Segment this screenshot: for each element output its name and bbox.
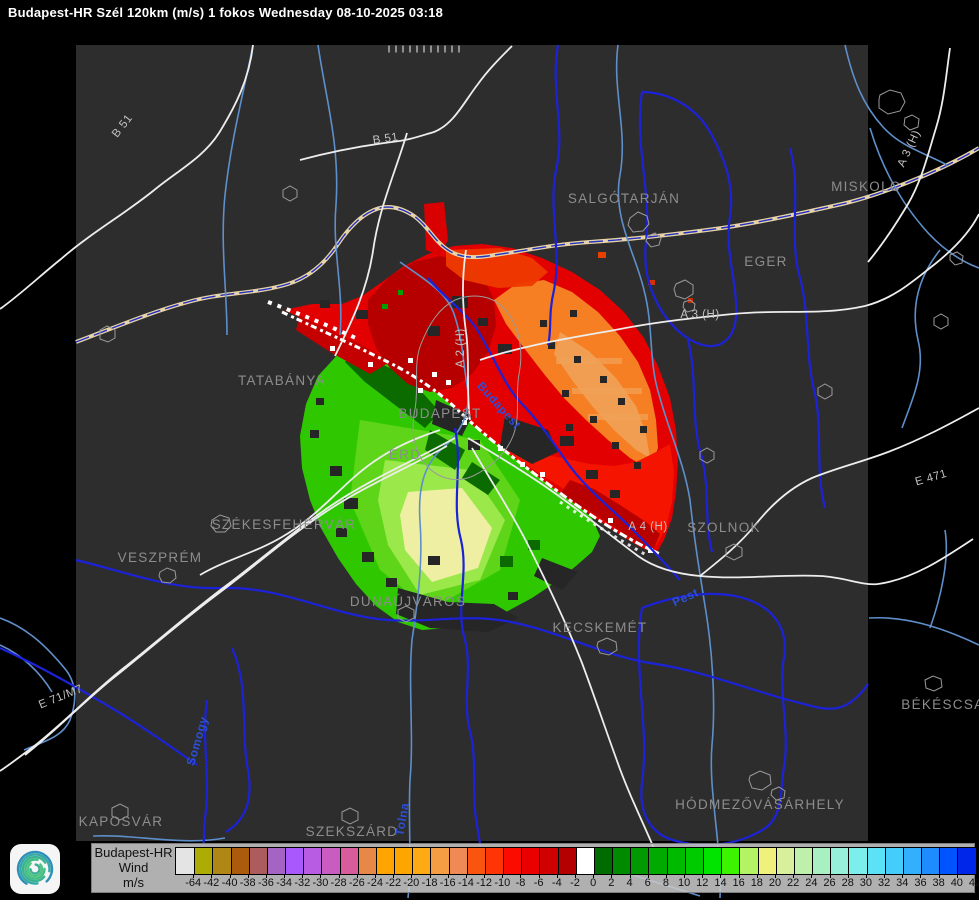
legend-swatch — [357, 848, 376, 874]
legend-swatch — [303, 848, 322, 874]
legend-panel: Budapest-HR Wind m/s -64 -42 -40 -38 -36 -34-… — [91, 843, 979, 893]
legend-swatch — [484, 848, 504, 874]
spiral-logo-icon — [10, 844, 60, 894]
legend-swatch — [739, 848, 758, 874]
road-label: A 4 (H) — [628, 521, 667, 533]
city-label: SZEKSZÁRD — [306, 824, 399, 839]
city-label: TATABÁNYA — [238, 373, 326, 388]
legend-swatch — [848, 848, 867, 874]
legend-swatch — [830, 848, 849, 874]
legend-swatch — [521, 848, 540, 874]
legend-swatch — [466, 848, 485, 874]
legend-swatch — [884, 848, 903, 874]
city-label: EGER — [744, 254, 787, 269]
legend-swatch — [248, 848, 267, 874]
legend-swatch — [412, 848, 431, 874]
radar-title: Budapest-HR Szél 120km (m/s) 1 fokos Wed… — [8, 5, 444, 20]
legend-swatch — [375, 848, 395, 874]
legend-tick-label: 42 — [968, 877, 979, 889]
legend-swatch — [285, 848, 304, 874]
legend-swatch — [812, 848, 831, 874]
legend-swatch — [921, 848, 940, 874]
legend-swatch — [866, 848, 885, 874]
legend-swatch — [339, 848, 358, 874]
legend-swatch — [321, 848, 340, 874]
app-logo — [10, 844, 60, 894]
city-label: SALGÓTARJÁN — [568, 191, 680, 206]
city-label: SZÉKESFEHÉRVÁR — [212, 517, 357, 532]
city-label: SZOLNOK — [687, 520, 761, 535]
legend-swatch — [557, 848, 576, 874]
legend-swatch — [176, 848, 195, 874]
legend-swatch — [666, 848, 685, 874]
legend-caption: Budapest-HR Wind m/s — [92, 845, 175, 890]
road-label: A 3 (H) — [680, 309, 719, 321]
legend-swatch — [593, 848, 613, 874]
legend-swatch — [630, 848, 649, 874]
legend-swatch — [757, 848, 776, 874]
legend-swatch — [212, 848, 231, 874]
legend-tick-labels: -64 -42 -40 -38 -36 -34 -32 -30 -28 -26 -24 -22 -20-… — [175, 874, 979, 890]
legend-swatch — [394, 848, 413, 874]
city-label: BUDAPEST — [398, 406, 481, 421]
legend-product-label: Budapest-HR — [94, 845, 173, 860]
city-label: HÓDMEZŐVÁSÁRHELY — [675, 797, 845, 812]
legend-swatch — [575, 848, 594, 874]
legend-swatch — [793, 848, 813, 874]
legend-swatch — [503, 848, 522, 874]
legend-swatch — [448, 848, 467, 874]
legend-swatch — [612, 848, 631, 874]
city-label: MISKOLC — [831, 179, 901, 194]
legend-swatch — [230, 848, 249, 874]
legend-swatch — [194, 848, 213, 874]
legend-swatch — [430, 848, 449, 874]
legend-swatch — [721, 848, 740, 874]
city-label: DUNAÚJVÁROS — [350, 594, 466, 609]
legend-colorbar — [175, 847, 977, 875]
city-label: ÉRD — [389, 447, 421, 462]
legend-swatch — [902, 848, 922, 874]
legend-field-label: Wind — [118, 860, 149, 875]
legend-swatch — [775, 848, 794, 874]
legend-unit-label: m/s — [123, 875, 144, 890]
radar-app-window: SALGÓTARJÁN MISKOLC EGER TATABÁNYA SZÉKESFEH… — [0, 0, 979, 900]
legend-swatch — [648, 848, 667, 874]
legend-swatch — [684, 848, 703, 874]
legend-swatch — [266, 848, 286, 874]
city-label: BÉKÉSCSAB — [901, 697, 979, 712]
road-label: A 2 (H) — [455, 328, 467, 367]
legend-swatch — [957, 848, 976, 874]
legend-swatch — [702, 848, 722, 874]
city-label: KECSKEMÉT — [553, 620, 648, 635]
city-label: KAPOSVÁR — [79, 814, 164, 829]
legend-swatch — [539, 848, 558, 874]
city-label: VESZPRÉM — [118, 550, 203, 565]
radar-map: SALGÓTARJÁN MISKOLC EGER TATABÁNYA SZÉKESFEH… — [0, 0, 979, 900]
legend-swatch — [939, 848, 958, 874]
